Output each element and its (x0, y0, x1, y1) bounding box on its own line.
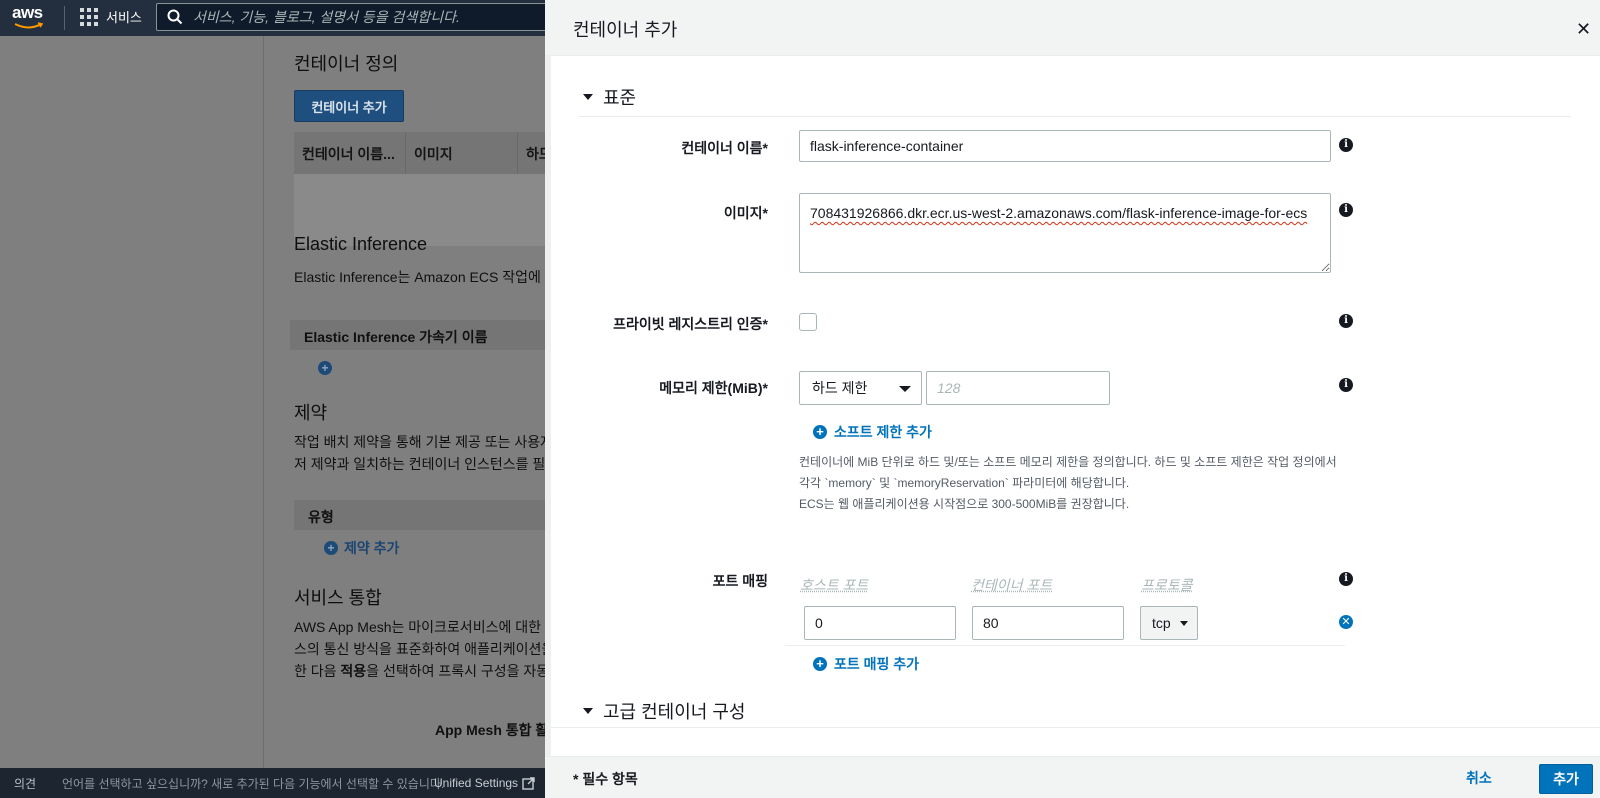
memory-limit-type-select[interactable]: 하드 제한 (799, 371, 922, 405)
dropdown-arrow-icon (1180, 621, 1188, 626)
feedback-link[interactable]: 의견 (14, 775, 36, 792)
container-definition-title: 컨테이너 정의 (294, 54, 399, 74)
service-desc-line1: AWS App Mesh는 마이크로서비스에 대한 (294, 619, 541, 635)
service-desc-pre: 한 다음 (294, 663, 341, 679)
advanced-section-title: 고급 컨테이너 구성 (603, 702, 746, 722)
nav-divider (64, 6, 65, 30)
add-button[interactable]: 추가 (1539, 764, 1593, 794)
port-row-divider (785, 645, 1345, 646)
constraint-desc-line2: 저 제약과 일치하는 컨테이너 인스턴스를 필터 (294, 456, 559, 472)
add-constraint-link[interactable]: + 제약 추가 (324, 538, 399, 558)
private-registry-checkbox[interactable] (799, 313, 817, 331)
memory-help-line3: ECS는 웹 애플리케이션용 시작점으로 300-500MiB를 권장합니다. (799, 497, 1130, 511)
service-desc-post: 을 선택하여 프록시 구성을 자동 (366, 663, 550, 679)
protocol-value: tcp (1152, 615, 1171, 631)
protocol-header: 프로토콜 (1141, 577, 1193, 593)
service-desc-line3: 한 다음 적용을 선택하여 프록시 구성을 자동 (294, 660, 549, 682)
panel-footer: * 필수 항목 취소 추가 (545, 756, 1600, 798)
host-port-input[interactable] (804, 606, 956, 640)
panel-header: 컨테이너 추가 ✕ (545, 0, 1600, 56)
type-column: 유형 (294, 500, 550, 530)
memory-limit-label: 메모리 제한(MiB)* (659, 380, 768, 396)
memory-limit-type-value: 하드 제한 (812, 380, 868, 396)
service-desc-line2: 스의 통신 방식을 표준화하여 애플리케이션을 (294, 641, 555, 657)
caret-down-icon (583, 708, 593, 714)
add-accelerator-icon[interactable]: + (318, 361, 332, 375)
info-icon[interactable]: i (1339, 138, 1353, 152)
unified-settings-label: Unified Settings (434, 776, 519, 790)
service-integration-title: 서비스 통합 (294, 588, 382, 608)
cancel-button[interactable]: 취소 (1466, 768, 1492, 788)
container-name-input[interactable] (799, 130, 1331, 162)
image-textarea[interactable]: 708431926866.dkr.ecr.us-west-2.amazonaws… (799, 193, 1331, 273)
search-icon (167, 9, 183, 25)
dropdown-arrow-icon (899, 386, 911, 392)
constraint-title: 제약 (294, 403, 328, 423)
memory-help-line1: 컨테이너에 MiB 단위로 하드 및/또는 소프트 메모리 제한을 정의합니다.… (799, 455, 1337, 469)
unified-settings-link[interactable]: Unified Settings (434, 776, 535, 790)
add-soft-limit-link[interactable]: + 소프트 제한 추가 (813, 422, 932, 442)
memory-limit-input[interactable] (926, 371, 1110, 405)
section-divider (579, 116, 1571, 117)
service-desc-bold: 적용 (340, 663, 367, 679)
constraint-desc-line1: 작업 배치 제약을 통해 기본 제공 또는 사용자 (294, 434, 554, 450)
background-page: 컨테이너 정의 컨테이너 추가 컨테이너 이름... 이미지 하드 Elasti… (0, 36, 558, 768)
aws-logo-text: aws (12, 3, 43, 22)
app-mesh-integration-label: App Mesh 통합 활 (435, 722, 549, 738)
global-search[interactable] (156, 3, 556, 31)
sidebar-divider (263, 36, 264, 768)
plus-icon: + (813, 657, 827, 671)
plus-icon: + (813, 425, 827, 439)
add-container-panel: 컨테이너 추가 ✕ 표준 컨테이너 이름* i 이미지* 70843192686… (545, 0, 1600, 798)
grid-icon (80, 7, 98, 26)
protocol-select[interactable]: tcp (1140, 606, 1198, 640)
required-note: * 필수 항목 (573, 771, 638, 787)
services-label: 서비스 (106, 10, 142, 25)
aws-smile-icon (14, 22, 44, 29)
plus-icon: + (324, 541, 338, 555)
add-container-button[interactable]: 컨테이너 추가 (294, 90, 404, 122)
external-link-icon (522, 776, 535, 790)
elastic-inference-column: Elastic Inference 가속기 이름 (290, 320, 550, 350)
add-soft-limit-label: 소프트 제한 추가 (834, 424, 932, 440)
standard-section-title: 표준 (603, 88, 637, 108)
image-label: 이미지* (723, 205, 768, 221)
section-divider (551, 727, 1600, 728)
info-icon[interactable]: i (1339, 314, 1353, 328)
host-port-header: 호스트 포트 (800, 577, 869, 593)
container-name-label: 컨테이너 이름* (681, 140, 768, 156)
feedback-bar: 의견 언어를 선택하고 싶으십니까? 새로 추가된 다음 기능에서 선택할 수 … (0, 768, 545, 798)
remove-port-mapping-icon[interactable]: ✕ (1339, 615, 1353, 629)
elastic-inference-desc: Elastic Inference는 Amazon ECS 작업에 (294, 269, 541, 285)
container-table-header: 컨테이너 이름... 이미지 하드 (294, 132, 554, 174)
port-mapping-label: 포트 매핑 (712, 573, 768, 589)
search-input[interactable] (193, 9, 533, 25)
table-header-name: 컨테이너 이름... (294, 132, 406, 174)
private-registry-label: 프라이빗 레지스트리 인증* (613, 316, 768, 332)
panel-title: 컨테이너 추가 (573, 20, 678, 40)
table-header-image: 이미지 (406, 132, 518, 174)
container-port-header: 컨테이너 포트 (971, 577, 1053, 593)
info-icon[interactable]: i (1339, 203, 1353, 217)
add-constraint-label: 제약 추가 (344, 540, 400, 556)
standard-section-toggle[interactable]: 표준 (583, 84, 636, 110)
close-icon[interactable]: ✕ (1576, 20, 1591, 38)
advanced-section-toggle[interactable]: 고급 컨테이너 구성 (583, 698, 745, 724)
memory-help-line2: 각각 `memory` 및 `memoryReservation` 파라미터에 … (799, 476, 1130, 490)
panel-gutter (545, 56, 551, 756)
add-port-mapping-link[interactable]: + 포트 매핑 추가 (813, 654, 919, 674)
elastic-inference-title: Elastic Inference (294, 234, 428, 254)
add-port-mapping-label: 포트 매핑 추가 (834, 656, 920, 672)
services-menu-button[interactable]: 서비스 (80, 7, 142, 26)
feedback-message: 언어를 선택하고 싶으십니까? 새로 추가된 다음 기능에서 선택할 수 있습니… (62, 776, 445, 791)
caret-down-icon (583, 94, 593, 100)
info-icon[interactable]: i (1339, 378, 1353, 392)
info-icon[interactable]: i (1339, 572, 1353, 586)
container-port-input[interactable] (972, 606, 1124, 640)
aws-logo[interactable]: aws (12, 4, 48, 32)
